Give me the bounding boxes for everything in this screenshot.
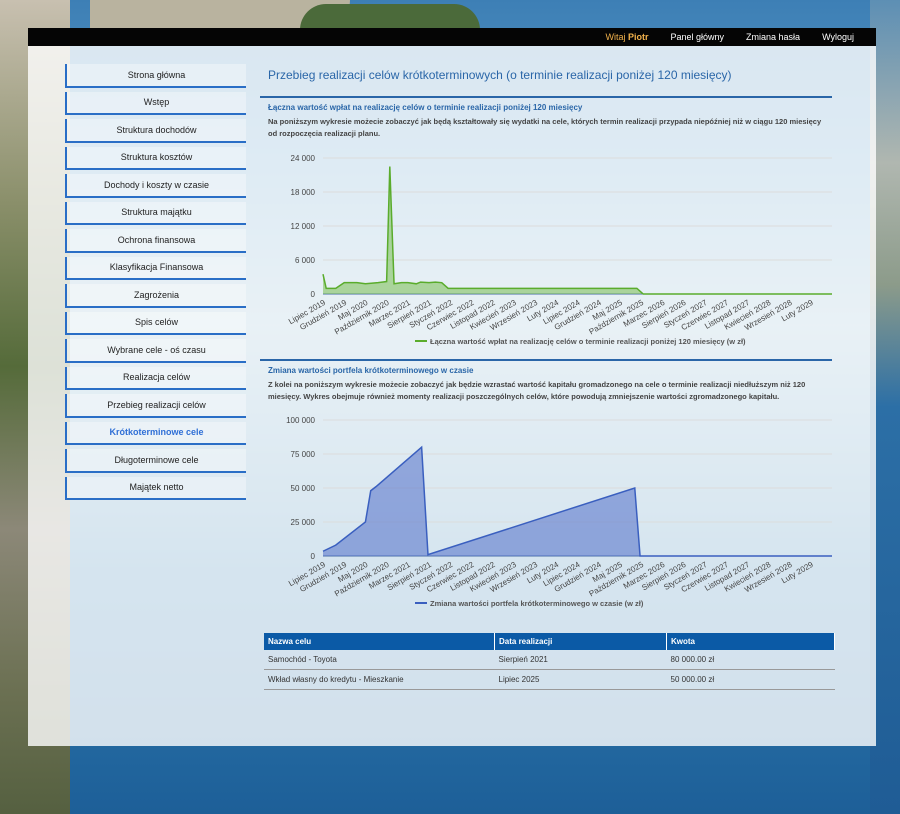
legend-label[interactable]: Zmiana wartości portfela krótkoterminowe… [430,599,644,608]
portfolio-chart: 100 00075 00050 00025 0000Lipiec 2019Gru… [286,416,832,608]
column-header-amount: Kwota [666,633,835,650]
table-header-row: Nazwa celu Data realizacji Kwota [264,633,835,650]
sidebar-item[interactable]: Majątek netto [65,476,246,500]
payments-chart: 24 00018 00012 0006 0000Lipiec 2019Grudz… [287,154,832,346]
sidebar-item[interactable]: Struktura dochodów [65,119,246,143]
y-tick-label: 12 000 [291,222,316,231]
y-tick-label: 6 000 [295,256,316,265]
series-area [323,166,832,294]
sidebar-item[interactable]: Strona główna [65,64,246,88]
section-portfolio-value: Zmiana wartości portfela krótkoterminowe… [260,359,832,403]
section-title: Zmiana wartości portfela krótkoterminowe… [268,366,474,375]
sidebar-menu: Strona główna Wstęp Struktura dochodów Stru… [65,64,246,504]
sidebar-item[interactable]: Przebieg realizacji celów [65,394,246,418]
y-tick-label: 25 000 [291,518,316,527]
series-line [322,166,832,295]
column-header-date: Data realizacji [494,633,667,650]
page-title: Przebieg realizacji celów krótkoterminow… [268,68,732,82]
sidebar-item[interactable]: Realizacja celów [65,366,246,390]
y-tick-label: 100 000 [286,416,315,425]
sidebar-item[interactable]: Struktura majątku [65,201,246,225]
user-name: Piotr [627,32,649,42]
table-row: Samochód - Toyota Sierpień 2021 80 000.0… [264,650,835,670]
sidebar-item[interactable]: Struktura kosztów [65,146,246,170]
y-tick-label: 18 000 [291,188,316,197]
cell-date: Lipiec 2025 [494,669,667,690]
cell-amount: 50 000.00 zł [666,669,835,690]
welcome-label: Witaj [605,32,626,42]
link-logout[interactable]: Wyloguj [822,32,854,42]
sidebar-item[interactable]: Wstęp [65,91,246,115]
legend-label[interactable]: Łączna wartość wpłat na realizację celów… [430,337,746,346]
sidebar-item[interactable]: Ochrona finansowa [65,229,246,253]
y-tick-label: 50 000 [291,484,316,493]
y-tick-label: 75 000 [291,450,316,459]
series-area [323,447,832,556]
top-navigation-bar: Witaj Piotr Panel główny Zmiana hasła Wy… [28,28,876,46]
goals-table: Nazwa celu Data realizacji Kwota Samochó… [264,633,835,690]
section-description: Na poniższym wykresie możecie zobaczyć j… [268,117,822,138]
cell-goal: Samochód - Toyota [264,650,495,670]
welcome-text: Witaj Piotr [605,32,648,42]
sidebar-item[interactable]: Spis celów [65,311,246,335]
sidebar-item[interactable]: Zagrożenia [65,284,246,308]
y-tick-label: 0 [311,290,316,299]
section-total-payments: Łączna wartość wpłat na realizację celów… [260,96,832,140]
y-tick-label: 24 000 [291,154,316,163]
sidebar-item[interactable]: Klasyfikacja Finansowa [65,256,246,280]
cell-date: Sierpień 2021 [494,650,667,670]
background-island [300,4,480,30]
cell-amount: 80 000.00 zł [666,650,835,670]
column-header-goal: Nazwa celu [264,633,495,650]
y-tick-label: 0 [311,552,316,561]
sidebar-item[interactable]: Krótkoterminowe cele [65,421,246,445]
cell-goal: Wkład własny do kredytu - Mieszkanie [264,669,495,690]
section-description: Z kolei na poniższym wykresie możecie zo… [268,380,806,401]
table-row: Wkład własny do kredytu - Mieszkanie Lip… [264,669,835,690]
sidebar-item[interactable]: Wybrane cele - oś czasu [65,339,246,363]
sidebar-item[interactable]: Długoterminowe cele [65,449,246,473]
link-dashboard[interactable]: Panel główny [670,32,724,42]
section-title: Łączna wartość wpłat na realizację celów… [268,103,583,112]
sidebar-item[interactable]: Dochody i koszty w czasie [65,174,246,198]
link-change-password[interactable]: Zmiana hasła [746,32,800,42]
